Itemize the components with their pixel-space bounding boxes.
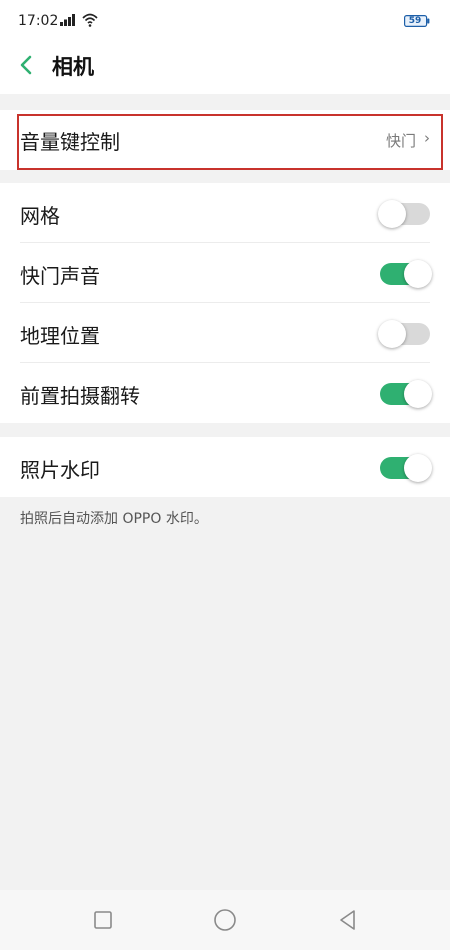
grid-label: 网格 — [20, 204, 60, 228]
watermark-label: 照片水印 — [20, 458, 100, 482]
toggle-knob — [378, 200, 406, 228]
front-flip-label: 前置拍摄翻转 — [20, 384, 140, 408]
battery-level: 59 — [408, 16, 422, 26]
grid-row[interactable]: 网格 — [0, 183, 450, 243]
location-label: 地理位置 — [20, 324, 100, 348]
toggle-knob — [404, 380, 432, 408]
front-flip-toggle[interactable] — [380, 380, 432, 408]
shutter-sound-toggle[interactable] — [380, 260, 432, 288]
front-flip-row[interactable]: 前置拍摄翻转 — [0, 363, 450, 423]
status-time: 17:02 — [18, 13, 59, 29]
chevron-left-icon[interactable] — [14, 52, 40, 78]
wifi-icon — [82, 13, 98, 27]
watermark-note: 拍照后自动添加 OPPO 水印。 — [20, 511, 208, 527]
watermark-row[interactable]: 照片水印 — [0, 437, 450, 497]
back-icon[interactable] — [336, 908, 360, 932]
location-row[interactable]: 地理位置 — [0, 303, 450, 363]
grid-toggle[interactable] — [378, 200, 430, 228]
toggle-knob — [404, 454, 432, 482]
toggle-knob — [378, 320, 406, 348]
recent-apps-icon[interactable] — [91, 908, 115, 932]
signal-icon — [60, 14, 75, 26]
navigation-bar — [0, 890, 450, 950]
page-title: 相机 — [52, 55, 94, 79]
toggle-knob — [404, 260, 432, 288]
settings-group-watermark: 照片水印 — [0, 437, 450, 497]
settings-group-capture: 网格 快门声音 地理位置 前置拍摄翻转 — [0, 183, 450, 423]
home-icon[interactable] — [213, 908, 237, 932]
shutter-sound-label: 快门声音 — [20, 264, 100, 288]
shutter-sound-row[interactable]: 快门声音 — [0, 243, 450, 303]
location-toggle[interactable] — [378, 320, 430, 348]
status-bar: 17:02 59 — [0, 0, 450, 44]
top-bar: 17:02 59 相机 — [0, 0, 450, 94]
highlight-box — [17, 114, 443, 170]
watermark-toggle[interactable] — [380, 454, 432, 482]
